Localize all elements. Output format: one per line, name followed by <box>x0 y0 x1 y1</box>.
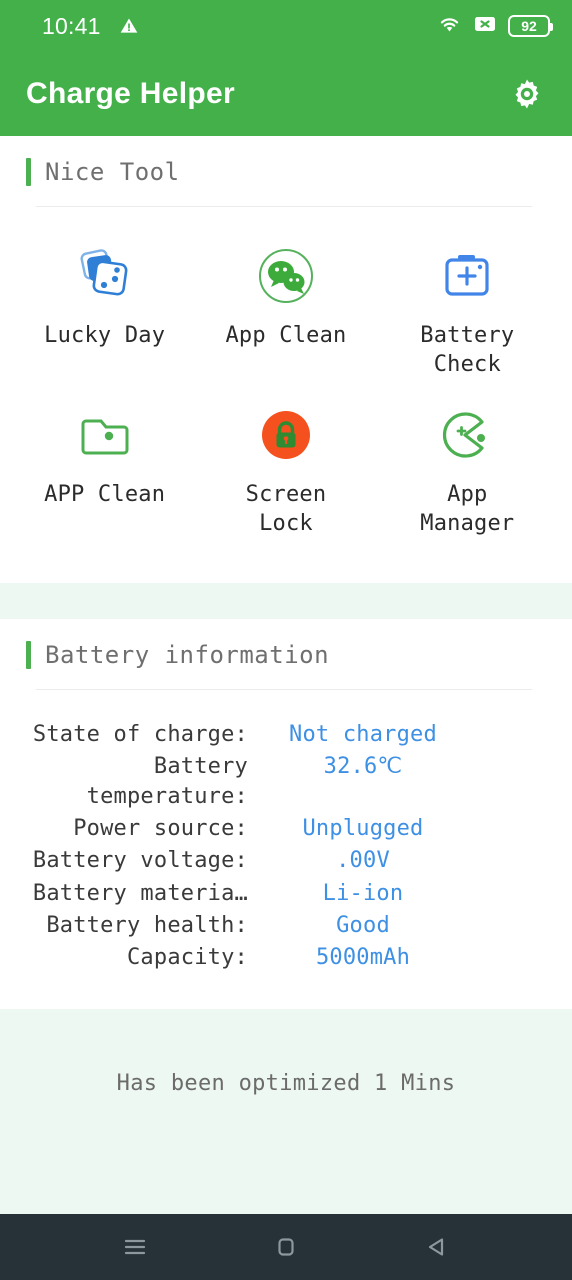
chat-bubbles-icon <box>255 245 317 307</box>
app-root: 10:41 92 Charge Helper Nice Tool Lucky D… <box>0 0 572 1280</box>
optimized-status-text: Has been optimized 1 Mins <box>116 1070 456 1096</box>
table-row: Battery voltage: .00V <box>0 846 572 876</box>
table-row: Battery temperature: 32.6℃ <box>0 752 572 812</box>
tool-item-app-clean[interactable]: App Clean <box>195 237 376 390</box>
android-nav-bar <box>0 1214 572 1280</box>
row-value: .00V <box>336 848 390 874</box>
row-value: Li-ion <box>322 880 404 906</box>
tool-label: Screen Lock <box>245 481 327 537</box>
tool-item-battery-check[interactable]: Battery Check <box>377 237 558 390</box>
tools-grid: Lucky Day App Clean Battery Check APP Cl… <box>0 207 572 583</box>
folder-icon <box>74 404 136 466</box>
tool-item-app-manager[interactable]: App Manager <box>377 396 558 549</box>
page-title: Charge Helper <box>26 77 235 110</box>
padlock-icon <box>255 404 317 466</box>
row-label: Battery health: <box>46 912 248 938</box>
tool-item-lucky-day[interactable]: Lucky Day <box>14 237 195 390</box>
status-clock: 10:41 <box>42 12 101 39</box>
menu-icon[interactable] <box>107 1219 163 1275</box>
row-value: 32.6℃ <box>323 754 403 779</box>
tool-label: APP Clean <box>44 481 166 507</box>
battery-level: 92 <box>521 18 537 34</box>
row-label: State of charge: <box>32 721 248 747</box>
warning-triangle-icon <box>119 16 139 36</box>
wifi-icon <box>437 14 462 38</box>
battery-icon: 92 <box>508 15 553 37</box>
back-triangle-icon[interactable] <box>409 1219 465 1275</box>
tool-item-screen-lock[interactable]: Screen Lock <box>195 396 376 549</box>
battery-info-card: Battery information State of charge: Not… <box>0 618 572 1009</box>
battery-section-title: Battery information <box>45 640 330 669</box>
row-value: Good <box>336 912 390 938</box>
app-bar: Charge Helper <box>0 52 572 136</box>
row-value: Unplugged <box>302 816 424 842</box>
section-gap <box>0 582 572 619</box>
row-value: 5000mAh <box>315 944 411 970</box>
table-row: Power source: Unplugged <box>0 814 572 844</box>
table-row: Battery materia… Li-ion <box>0 879 572 909</box>
tools-card: Nice Tool Lucky Day App Clean Battery Ch… <box>0 136 572 583</box>
battery-plus-icon <box>436 245 498 307</box>
tool-label: App Manager <box>420 481 515 537</box>
tools-section-title: Nice Tool <box>45 158 180 186</box>
status-icons: 92 <box>437 14 553 38</box>
dice-icon <box>74 245 136 307</box>
status-bar: 10:41 92 <box>0 0 572 52</box>
row-label: Battery materia… <box>32 880 248 906</box>
accent-bar <box>26 158 31 186</box>
row-label: Battery temperature: <box>86 754 248 810</box>
row-label: Capacity: <box>126 944 248 970</box>
gear-icon[interactable] <box>504 71 550 117</box>
pacman-icon <box>436 404 498 466</box>
table-row: State of charge: Not charged <box>0 720 572 750</box>
tool-item-app-clean-folder[interactable]: APP Clean <box>14 396 195 549</box>
row-value: Not charged <box>289 721 437 747</box>
battery-section-header: Battery information <box>0 619 572 669</box>
tool-label: Lucky Day <box>44 323 166 348</box>
row-label: Battery voltage: <box>32 848 248 874</box>
table-row: Capacity: 5000mAh <box>0 943 572 973</box>
footer-area: Has been optimized 1 Mins <box>0 1008 572 1214</box>
accent-bar <box>26 640 31 669</box>
row-label: Power source: <box>73 816 248 842</box>
signal-off-icon <box>474 14 496 38</box>
tools-section-header: Nice Tool <box>0 136 572 186</box>
tool-label: App Clean <box>225 323 347 348</box>
battery-info-list: State of charge: Not charged Battery tem… <box>0 690 572 1009</box>
home-square-icon[interactable] <box>258 1219 314 1275</box>
table-row: Battery health: Good <box>0 911 572 941</box>
tool-label: Battery Check <box>420 323 515 378</box>
